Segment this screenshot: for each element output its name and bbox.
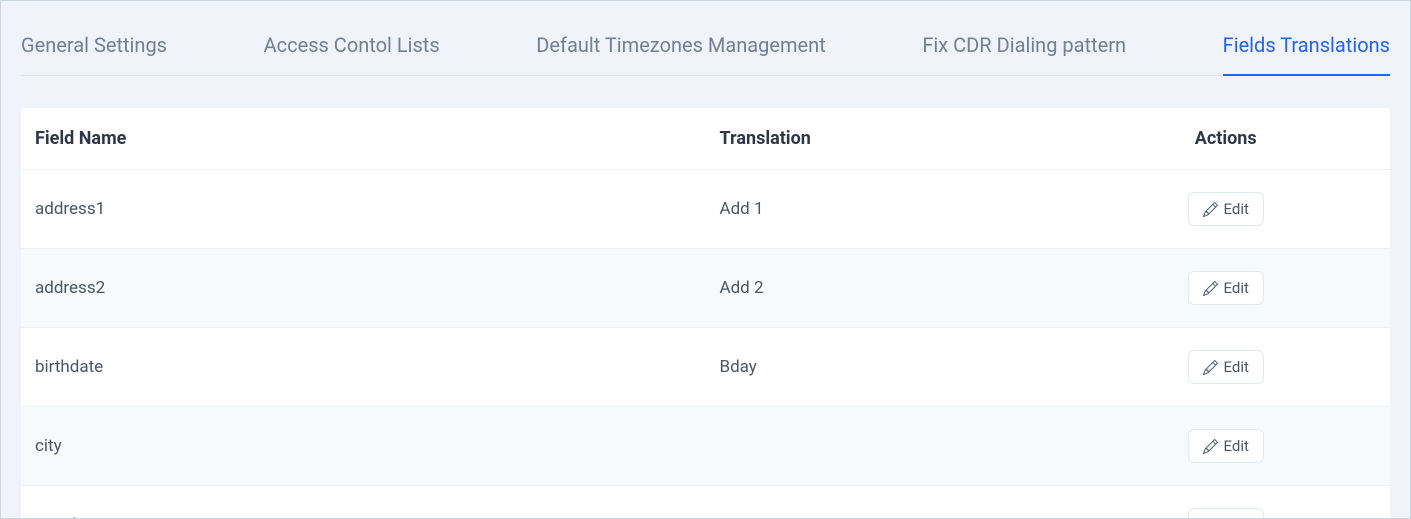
tab-general-settings[interactable]: General Settings xyxy=(21,33,167,75)
edit-icon xyxy=(1203,202,1218,217)
cell-field-name: birthdate xyxy=(21,328,706,407)
cell-actions: Edit xyxy=(1061,328,1390,407)
cell-actions: Edit xyxy=(1061,249,1390,328)
edit-icon xyxy=(1203,360,1218,375)
edit-button-label: Edit xyxy=(1224,437,1249,455)
table-row: city Edit xyxy=(21,407,1390,486)
edit-button[interactable]: Edit xyxy=(1188,271,1264,305)
edit-button-label: Edit xyxy=(1224,279,1249,297)
edit-button-label: Edit xyxy=(1224,200,1249,218)
cell-actions: Edit xyxy=(1061,407,1390,486)
cell-translation: Add 2 xyxy=(706,249,1062,328)
cell-translation xyxy=(706,486,1062,519)
table-row: address1 Add 1 Edit xyxy=(21,170,1390,249)
edit-button[interactable]: Edit xyxy=(1188,192,1264,226)
edit-button[interactable]: Edit xyxy=(1188,350,1264,384)
tabs-nav: General Settings Access Contol Lists Def… xyxy=(21,1,1390,76)
cell-translation xyxy=(706,407,1062,486)
edit-icon xyxy=(1203,439,1218,454)
translations-table-wrapper: Field Name Translation Actions address1 … xyxy=(21,108,1390,519)
edit-icon xyxy=(1203,281,1218,296)
tab-access-control-lists[interactable]: Access Contol Lists xyxy=(264,33,440,75)
edit-button[interactable]: Edit xyxy=(1188,429,1264,463)
tab-fields-translations[interactable]: Fields Translations xyxy=(1223,33,1390,75)
tab-fix-cdr-dialing[interactable]: Fix CDR Dialing pattern xyxy=(922,33,1126,75)
edit-button[interactable]: Edit xyxy=(1188,508,1264,519)
cell-translation: Bday xyxy=(706,328,1062,407)
translations-table: Field Name Translation Actions address1 … xyxy=(21,108,1390,519)
header-field-name: Field Name xyxy=(21,108,706,170)
table-header-row: Field Name Translation Actions xyxy=(21,108,1390,170)
settings-panel: General Settings Access Contol Lists Def… xyxy=(0,0,1411,519)
table-row: address2 Add 2 Edit xyxy=(21,249,1390,328)
tab-default-timezones[interactable]: Default Timezones Management xyxy=(536,33,825,75)
cell-actions: Edit xyxy=(1061,486,1390,519)
table-row: email Edit xyxy=(21,486,1390,519)
cell-field-name: email xyxy=(21,486,706,519)
header-actions: Actions xyxy=(1061,108,1390,170)
cell-field-name: address1 xyxy=(21,170,706,249)
cell-field-name: city xyxy=(21,407,706,486)
edit-button-label: Edit xyxy=(1224,358,1249,376)
cell-actions: Edit xyxy=(1061,170,1390,249)
header-translation: Translation xyxy=(706,108,1062,170)
cell-field-name: address2 xyxy=(21,249,706,328)
cell-translation: Add 1 xyxy=(706,170,1062,249)
table-row: birthdate Bday Edit xyxy=(21,328,1390,407)
